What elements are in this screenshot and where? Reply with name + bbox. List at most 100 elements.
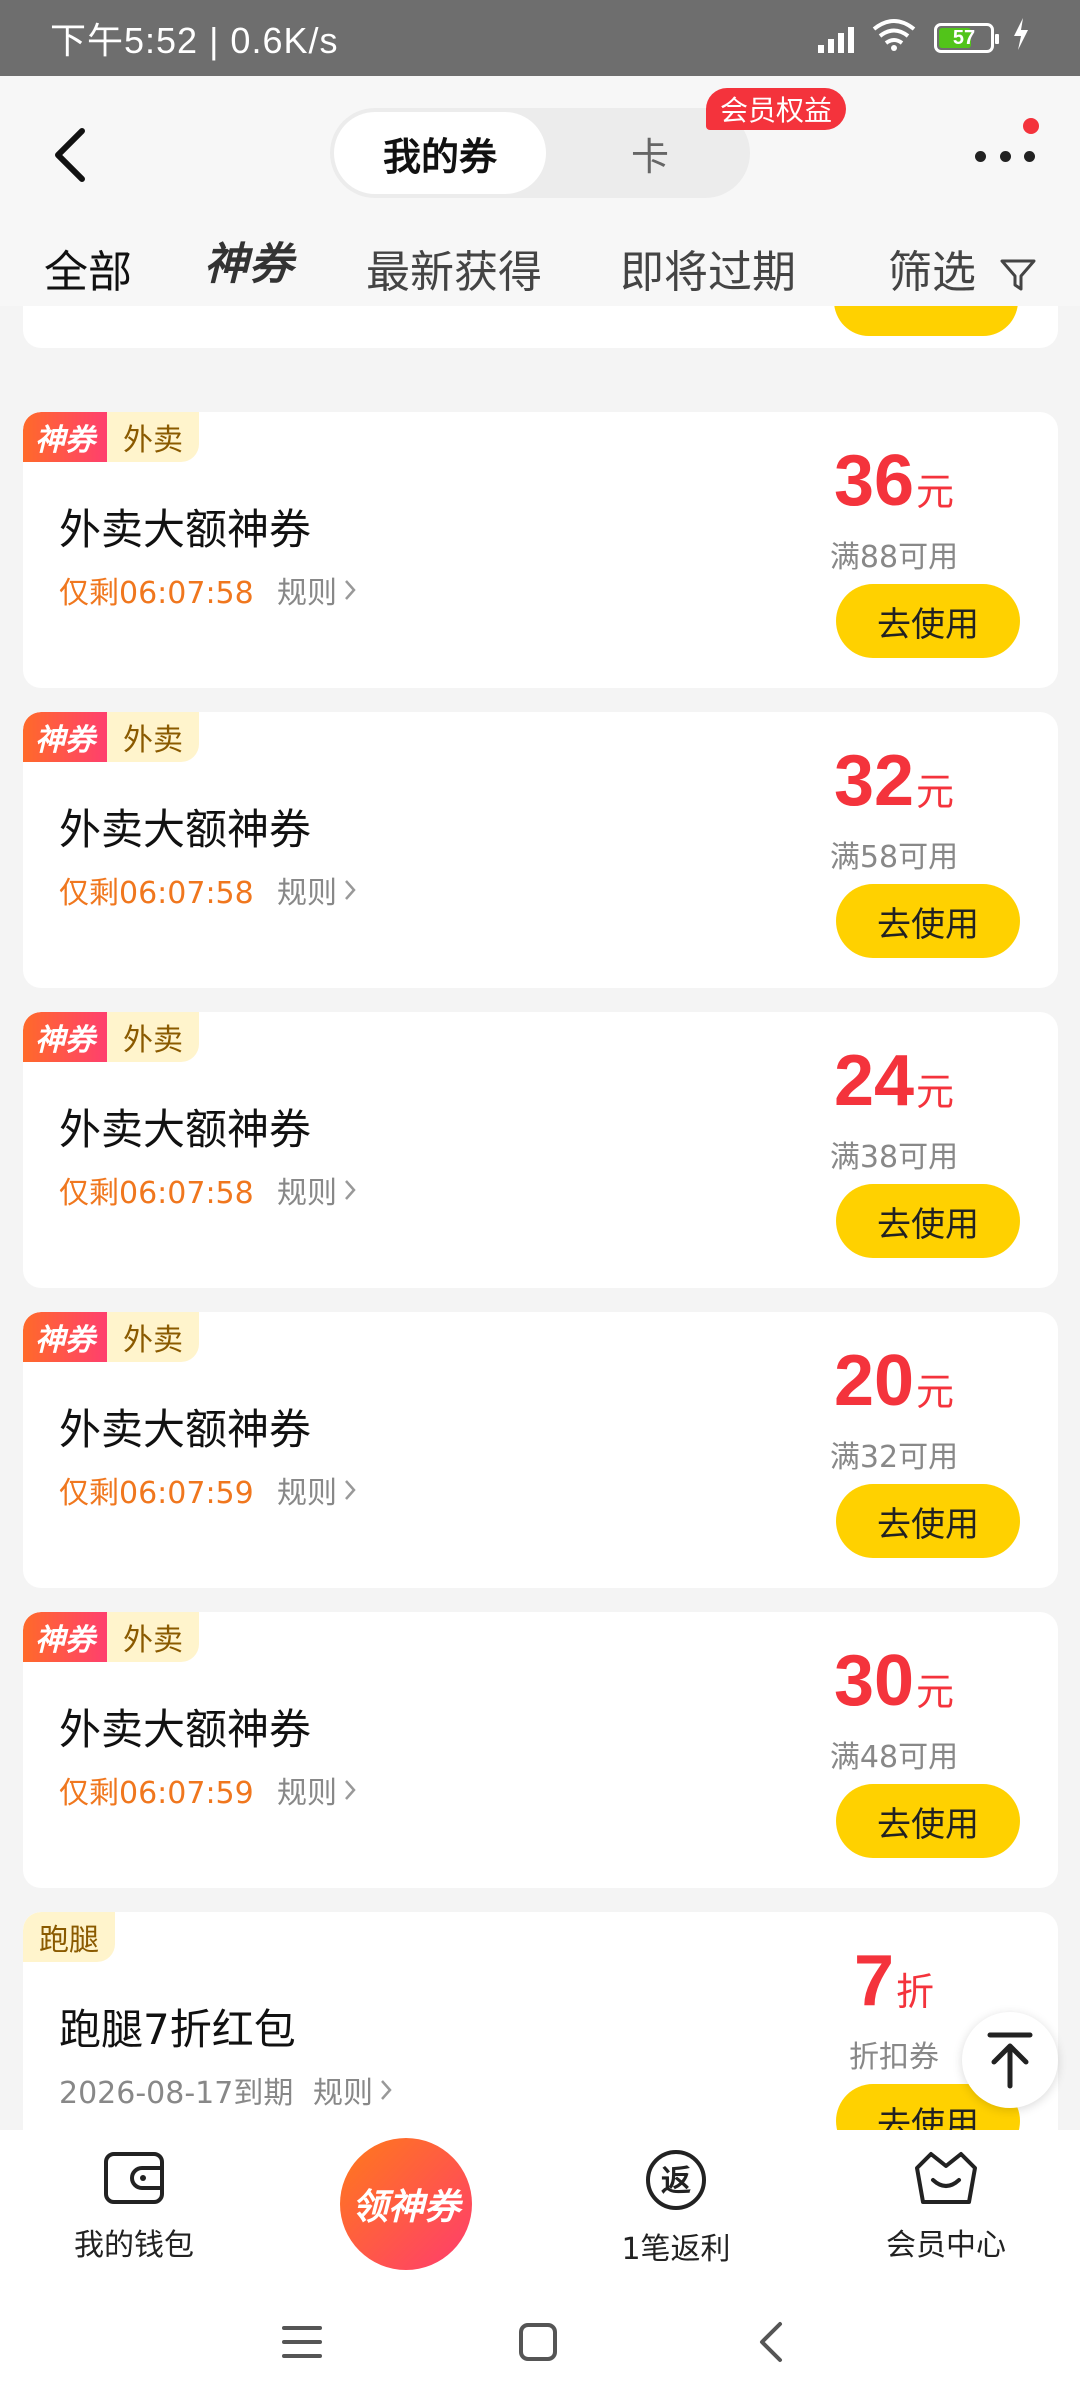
bottom-nav: 我的钱包 领神券 返 1笔返利 会员中心 [0, 2130, 1080, 2280]
menu-icon[interactable] [282, 2324, 322, 2360]
coupon-card-partial [23, 306, 1058, 348]
coupon-card: 神券 外卖 外卖大额神券 仅剩06:07:58 规则 24元 满38可用 去使用 [23, 1012, 1058, 1288]
battery-level: 57 [952, 26, 976, 49]
tab-all[interactable]: 全部 [44, 236, 132, 300]
amount-value: 20 [833, 1341, 915, 1421]
nav-rebate[interactable]: 返 1笔返利 [576, 2148, 776, 2268]
shenquan-tag: 神券 [23, 1612, 107, 1662]
nav-member-label: 会员中心 [886, 2228, 1006, 2263]
more-button[interactable] [975, 136, 1035, 176]
rebate-icon: 返 [646, 2150, 706, 2210]
category-tag: 外卖 [107, 1612, 199, 1662]
back-nav-icon[interactable] [756, 2320, 786, 2364]
coupon-card: 神券 外卖 外卖大额神券 仅剩06:07:59 规则 30元 满48可用 去使用 [23, 1612, 1058, 1888]
shenquan-tag: 神券 [23, 412, 107, 462]
amount-value: 32 [833, 741, 915, 821]
tab-my-coupons[interactable]: 我的券 [334, 112, 546, 194]
rule-label: 规则 [313, 2076, 373, 2111]
wallet-icon [104, 2152, 164, 2204]
shenquan-tag: 神券 [23, 1312, 107, 1362]
amount-unit: 元 [916, 470, 955, 514]
coupon-condition: 满38可用 [829, 1140, 959, 1175]
crown-basket-icon [915, 2152, 977, 2204]
coupon-title: 外卖大额神券 [59, 805, 312, 854]
coupon-amount: 36元 [794, 440, 994, 522]
coupon-list[interactable]: 神券 外卖 外卖大额神券 仅剩06:07:58 规则 36元 满88可用 去使用 … [0, 306, 1080, 2130]
rule-link[interactable]: 规则 [277, 1168, 357, 1212]
signal-icon [818, 23, 854, 53]
chevron-right-icon [345, 1780, 356, 1800]
nav-rebate-label: 1笔返利 [621, 2232, 731, 2267]
coupon-title: 外卖大额神券 [59, 505, 312, 554]
dot-icon [975, 150, 986, 162]
chevron-right-icon [345, 580, 356, 600]
coupon-title: 跑腿7折红包 [59, 2005, 296, 2054]
coupon-title: 外卖大额神券 [59, 1405, 312, 1454]
amount-unit: 元 [916, 1370, 955, 1414]
category-tag: 外卖 [107, 1012, 199, 1062]
amount-unit: 元 [916, 770, 955, 814]
status-bar: 下午5:52 | 0.6K/s 57 [0, 0, 1080, 76]
use-button[interactable]: 去使用 [836, 884, 1020, 958]
shenquan-tag: 神券 [23, 712, 107, 762]
chevron-right-icon [381, 2080, 392, 2100]
dot-icon [1024, 150, 1035, 162]
tab-expiring[interactable]: 即将过期 [620, 236, 796, 300]
filter-label: 筛选 [888, 247, 976, 298]
nav-wallet[interactable]: 我的钱包 [34, 2148, 234, 2264]
member-benefits-badge[interactable]: 会员权益 [706, 88, 847, 130]
use-button[interactable]: 去使用 [836, 1184, 1020, 1258]
use-button-partial[interactable] [834, 306, 1018, 336]
nav-member-center[interactable]: 会员中心 [846, 2148, 1046, 2264]
rule-link[interactable]: 规则 [277, 568, 357, 612]
coupon-amount: 32元 [794, 740, 994, 822]
home-icon[interactable] [518, 2322, 558, 2362]
amount-unit: 元 [916, 1670, 955, 1714]
coupon-title: 外卖大额神券 [59, 1105, 312, 1154]
wifi-icon [872, 17, 916, 60]
tab-filter[interactable]: 筛选 [888, 236, 1038, 300]
rule-link[interactable]: 规则 [277, 1468, 357, 1512]
back-to-top-button[interactable] [962, 2012, 1058, 2108]
coupon-countdown: 仅剩06:07:58 [59, 876, 254, 911]
use-button[interactable]: 去使用 [836, 1784, 1020, 1858]
tab-shenquan[interactable]: 神券 [204, 228, 294, 292]
filter-tabs: 全部 神券 最新获得 即将过期 筛选 [0, 236, 1080, 316]
rule-label: 规则 [277, 1776, 337, 1811]
rule-label: 规则 [277, 876, 337, 911]
coupon-countdown: 仅剩06:07:59 [59, 1776, 254, 1811]
coupon-condition: 满58可用 [829, 840, 959, 875]
chevron-right-icon [345, 1180, 356, 1200]
chevron-right-icon [345, 880, 356, 900]
shenquan-tag: 神券 [23, 1012, 107, 1062]
tab-newest[interactable]: 最新获得 [366, 236, 542, 300]
rebate-icon-label: 返 [661, 2164, 691, 2199]
coupon-countdown: 仅剩06:07:59 [59, 1476, 254, 1511]
coupon-amount: 20元 [794, 1340, 994, 1422]
rule-link[interactable]: 规则 [313, 2068, 393, 2112]
use-button[interactable]: 去使用 [836, 1484, 1020, 1558]
rule-link[interactable]: 规则 [277, 1768, 357, 1812]
coupon-card: 神券 外卖 外卖大额神券 仅剩06:07:59 规则 20元 满32可用 去使用 [23, 1312, 1058, 1588]
rule-link[interactable]: 规则 [277, 868, 357, 912]
category-tag: 外卖 [107, 712, 199, 762]
arrow-up-icon [987, 2032, 1033, 2089]
filter-icon [1000, 259, 1036, 291]
coupon-condition: 满32可用 [829, 1440, 959, 1475]
use-button[interactable]: 去使用 [836, 584, 1020, 658]
amount-value: 30 [833, 1641, 915, 1721]
amount-value: 24 [833, 1041, 915, 1121]
nav-get-coupons-button[interactable]: 领神券 [340, 2138, 472, 2270]
coupon-card: 神券 外卖 外卖大额神券 仅剩06:07:58 规则 36元 满88可用 去使用 [23, 412, 1058, 688]
amount-value: 7 [853, 1941, 895, 2021]
coupon-countdown: 仅剩06:07:58 [59, 576, 254, 611]
coupon-title: 外卖大额神券 [59, 1705, 312, 1754]
back-button[interactable] [40, 120, 100, 190]
system-nav-bar [0, 2280, 1080, 2400]
charging-icon [1012, 17, 1030, 59]
category-tag: 跑腿 [23, 1912, 115, 1962]
category-tag: 外卖 [107, 412, 199, 462]
status-time: 下午5:52 | 0.6K/s [50, 20, 339, 61]
coupon-condition: 满48可用 [829, 1740, 959, 1775]
coupon-amount: 30元 [794, 1640, 994, 1722]
